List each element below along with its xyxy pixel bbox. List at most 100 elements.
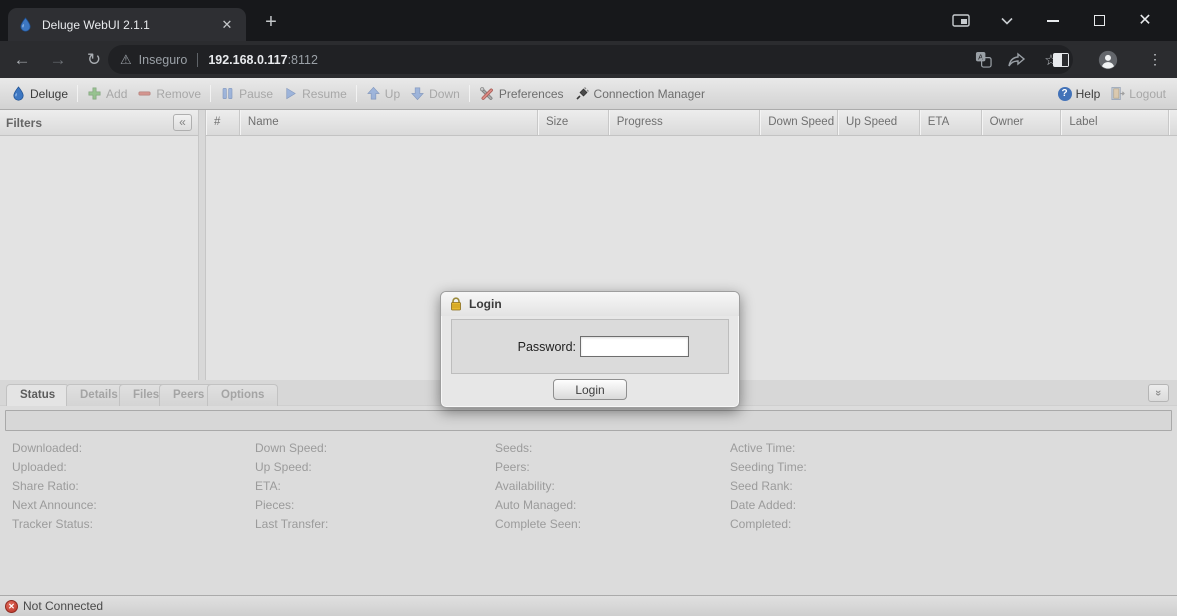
url-host: 192.168.0.117 xyxy=(208,53,287,67)
toolbar-preferences-button[interactable]: Preferences xyxy=(479,86,564,102)
tab-options[interactable]: Options xyxy=(207,384,278,406)
label-seeds: Seeds: xyxy=(495,439,581,458)
filters-panel-body xyxy=(0,136,198,380)
torrent-grid-header: # Name Size Progress Down Speed Up Speed… xyxy=(206,110,1177,136)
deluge-favicon xyxy=(18,17,33,32)
toolbar-help-button[interactable]: ? Help xyxy=(1058,87,1101,101)
login-button[interactable]: Login xyxy=(553,379,627,400)
back-button[interactable]: ← xyxy=(8,46,36,74)
column-header-eta[interactable]: ETA xyxy=(920,110,982,135)
login-dialog-body: Password: xyxy=(451,319,729,374)
toolbar-separator xyxy=(356,85,357,102)
label-seed-rank: Seed Rank: xyxy=(730,477,807,496)
toolbar-add-button[interactable]: Add xyxy=(87,86,127,101)
browser-tab-strip: Deluge WebUI 2.1.1 ✕ + ✕ xyxy=(0,0,1177,41)
status-column-1: Downloaded: Uploaded: Share Ratio: Next … xyxy=(12,439,97,534)
pause-icon xyxy=(220,86,235,101)
login-dialog-title: Login xyxy=(469,297,502,311)
toolbar-remove-button[interactable]: Remove xyxy=(137,86,201,101)
column-header-label[interactable]: Label xyxy=(1061,110,1169,135)
label-eta: ETA: xyxy=(255,477,328,496)
tab-search-chevron-icon[interactable] xyxy=(997,11,1017,31)
tab-title: Deluge WebUI 2.1.1 xyxy=(42,18,218,32)
label-auto-managed: Auto Managed: xyxy=(495,496,581,515)
label-availability: Availability: xyxy=(495,477,581,496)
connection-status-bar: ✕ Not Connected xyxy=(0,595,1177,616)
label-downloaded: Downloaded: xyxy=(12,439,97,458)
toolbar-connection-manager-button[interactable]: Connection Manager xyxy=(574,86,705,102)
label-share-ratio: Share Ratio: xyxy=(12,477,97,496)
toolbar-separator xyxy=(77,85,78,102)
not-connected-icon: ✕ xyxy=(5,600,18,613)
queue-up-icon xyxy=(366,86,381,101)
label-last-transfer: Last Transfer: xyxy=(255,515,328,534)
filters-panel-header: Filters « xyxy=(0,110,198,136)
status-panel: Downloaded: Uploaded: Share Ratio: Next … xyxy=(0,406,1177,595)
browser-menu-icon[interactable]: ⋮ xyxy=(1145,50,1165,70)
add-icon xyxy=(87,86,102,101)
chevron-down-icon: » xyxy=(1153,390,1165,396)
torrent-progress-bar xyxy=(5,410,1172,431)
forward-button[interactable]: → xyxy=(44,46,72,74)
details-collapse-button[interactable]: » xyxy=(1148,384,1169,402)
tab-close-icon[interactable]: ✕ xyxy=(218,16,236,34)
status-column-3: Seeds: Peers: Availability: Auto Managed… xyxy=(495,439,581,534)
new-tab-button[interactable]: + xyxy=(258,10,284,36)
preferences-tools-icon xyxy=(479,86,495,102)
panel-splitter[interactable] xyxy=(198,110,206,380)
label-down-speed: Down Speed: xyxy=(255,439,328,458)
label-completed: Completed: xyxy=(730,515,807,534)
column-header-number[interactable]: # xyxy=(206,110,240,135)
password-input[interactable] xyxy=(580,336,689,357)
tab-preview-icon[interactable] xyxy=(951,11,971,31)
toolbar-deluge-button[interactable]: Deluge xyxy=(11,86,68,101)
label-up-speed: Up Speed: xyxy=(255,458,328,477)
minimize-icon xyxy=(1047,20,1059,22)
status-column-2: Down Speed: Up Speed: ETA: Pieces: Last … xyxy=(255,439,328,534)
toolbar-resume-button[interactable]: Resume xyxy=(283,86,347,101)
security-label: Inseguro xyxy=(139,53,188,67)
login-dialog: Login Password: Login xyxy=(440,291,740,408)
deluge-logo-icon xyxy=(11,86,26,101)
lock-icon xyxy=(449,297,463,311)
window-maximize-button[interactable] xyxy=(1089,11,1109,31)
address-bar[interactable]: ⚠ Inseguro 192.168.0.117 :8112 A ☆ xyxy=(108,45,1073,74)
maximize-icon xyxy=(1094,15,1105,26)
window-close-button[interactable]: ✕ xyxy=(1135,11,1155,31)
toolbar-up-button[interactable]: Up xyxy=(366,86,400,101)
column-header-spacer xyxy=(1169,110,1177,135)
label-uploaded: Uploaded: xyxy=(12,458,97,477)
window-minimize-button[interactable] xyxy=(1043,11,1063,31)
profile-avatar[interactable] xyxy=(1098,50,1118,70)
reload-button[interactable]: ↻ xyxy=(80,46,108,74)
share-icon[interactable] xyxy=(1007,50,1027,70)
tab-status[interactable]: Status xyxy=(6,384,69,406)
toolbar-down-button[interactable]: Down xyxy=(410,86,460,101)
column-header-name[interactable]: Name xyxy=(240,110,538,135)
browser-tab[interactable]: Deluge WebUI 2.1.1 ✕ xyxy=(8,8,246,41)
side-panel-icon[interactable] xyxy=(1051,50,1071,70)
label-peers: Peers: xyxy=(495,458,581,477)
status-column-4: Active Time: Seeding Time: Seed Rank: Da… xyxy=(730,439,807,534)
toolbar-logout-button[interactable]: Logout xyxy=(1110,86,1166,101)
not-secure-warning-icon[interactable]: ⚠ xyxy=(120,52,132,68)
column-header-owner[interactable]: Owner xyxy=(982,110,1062,135)
column-header-up-speed[interactable]: Up Speed xyxy=(838,110,920,135)
resume-icon xyxy=(283,86,298,101)
label-next-announce: Next Announce: xyxy=(12,496,97,515)
filters-collapse-button[interactable]: « xyxy=(173,114,192,131)
translate-icon[interactable]: A xyxy=(973,50,993,70)
remove-icon xyxy=(137,86,152,101)
password-label: Password: xyxy=(452,340,580,354)
login-dialog-titlebar[interactable]: Login xyxy=(441,292,739,316)
column-header-progress[interactable]: Progress xyxy=(609,110,761,135)
omnibox-divider xyxy=(197,53,198,67)
toolbar-pause-button[interactable]: Pause xyxy=(220,86,273,101)
logout-door-icon xyxy=(1110,86,1125,101)
connection-status-text: Not Connected xyxy=(23,599,103,613)
toolbar-separator xyxy=(469,85,470,102)
connection-manager-plug-icon xyxy=(574,86,590,102)
screen: Deluge WebUI 2.1.1 ✕ + ✕ ← → ↻ ⚠ Insegur… xyxy=(0,0,1177,616)
column-header-down-speed[interactable]: Down Speed xyxy=(760,110,838,135)
column-header-size[interactable]: Size xyxy=(538,110,609,135)
